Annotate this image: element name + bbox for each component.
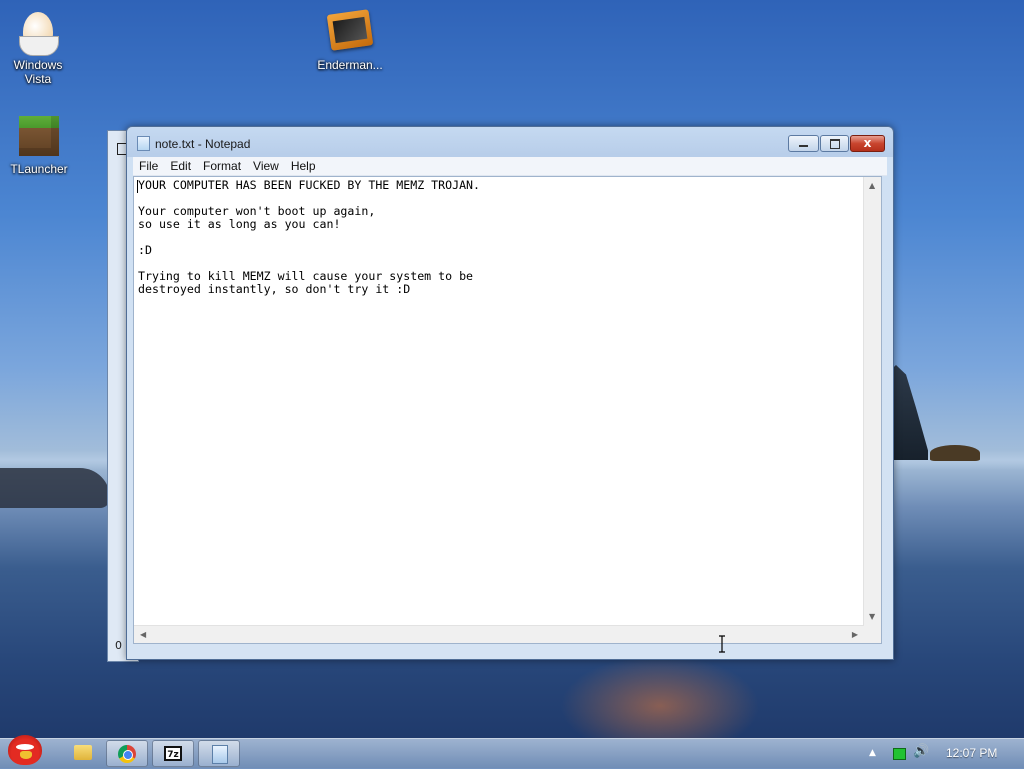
window-title: note.txt - Notepad	[155, 137, 251, 151]
notepad-window[interactable]: note.txt - Notepad x File Edit Format View H…	[126, 126, 894, 660]
wallpaper-rocks	[0, 468, 110, 508]
menu-edit[interactable]: Edit	[164, 157, 197, 175]
wallpaper-cliff	[888, 365, 928, 460]
close-button[interactable]: x	[850, 135, 885, 152]
scroll-up-icon[interactable]: ▲	[869, 181, 875, 191]
maximize-button[interactable]	[820, 135, 849, 152]
taskbar-explorer[interactable]	[62, 740, 102, 767]
menu-view[interactable]: View	[247, 157, 285, 175]
vertical-scrollbar[interactable]: ▲ ▼	[863, 177, 881, 626]
taskbar-notepad[interactable]	[198, 740, 240, 767]
minimize-icon	[799, 145, 808, 147]
wallpaper-sunset-reflection	[560, 655, 760, 740]
start-button[interactable]	[4, 731, 48, 769]
volume-icon[interactable]: 🔊	[913, 744, 929, 759]
maximize-icon	[830, 139, 840, 149]
scroll-left-icon[interactable]: ◀	[140, 630, 146, 640]
close-icon: x	[863, 136, 872, 150]
minimize-button[interactable]	[788, 135, 819, 152]
folder-icon	[74, 745, 92, 760]
show-hidden-icons-icon[interactable]: ▲	[869, 748, 876, 758]
menu-help[interactable]: Help	[285, 157, 322, 175]
desktop-icon-label: TLauncher	[10, 162, 68, 176]
clock[interactable]: 12:07 PM	[946, 746, 997, 760]
menu-format[interactable]: Format	[197, 157, 247, 175]
desktop-icon-windows-vista[interactable]: Windows Vista	[0, 12, 76, 86]
ibeam-cursor-icon	[719, 635, 725, 653]
text-editor[interactable]: YOUR COMPUTER HAS BEEN FUCKED BY THE MEM…	[133, 176, 882, 653]
desktop-icon-tlauncher[interactable]: TLauncher	[1, 114, 77, 176]
document-text[interactable]: YOUR COMPUTER HAS BEEN FUCKED BY THE MEM…	[138, 179, 864, 296]
wallpaper-rock	[930, 445, 980, 461]
desktop-icon-label: Enderman...	[317, 58, 383, 72]
video-file-icon	[326, 9, 374, 56]
grass-block-icon	[17, 116, 61, 160]
notepad-icon	[212, 745, 228, 764]
title-bar[interactable]: note.txt - Notepad x	[127, 127, 893, 157]
7zip-icon: 7z	[164, 746, 182, 761]
menu-file[interactable]: File	[133, 157, 164, 175]
taskbar-chrome[interactable]	[106, 740, 148, 767]
taskbar: 7z ▲ 🔊 12:07 PM	[0, 735, 1024, 769]
network-status-icon[interactable]	[893, 748, 906, 760]
text-caret	[137, 180, 138, 193]
notepad-icon	[137, 136, 150, 151]
horizontal-scrollbar[interactable]: ◀ ▶	[134, 625, 864, 643]
background-window-status: 0	[115, 639, 122, 652]
scrollbar-corner	[864, 626, 881, 643]
scroll-down-icon[interactable]: ▼	[869, 612, 875, 622]
chrome-icon	[118, 745, 136, 763]
desktop-icon-enderman[interactable]: Enderman...	[312, 8, 388, 72]
taskbar-7zip[interactable]: 7z	[152, 740, 194, 767]
menu-bar: File Edit Format View Help	[133, 157, 887, 176]
egg-icon	[16, 12, 60, 56]
angry-bird-icon	[8, 735, 42, 765]
desktop-icon-label: Windows Vista	[13, 58, 63, 86]
scroll-right-icon[interactable]: ▶	[852, 630, 858, 640]
